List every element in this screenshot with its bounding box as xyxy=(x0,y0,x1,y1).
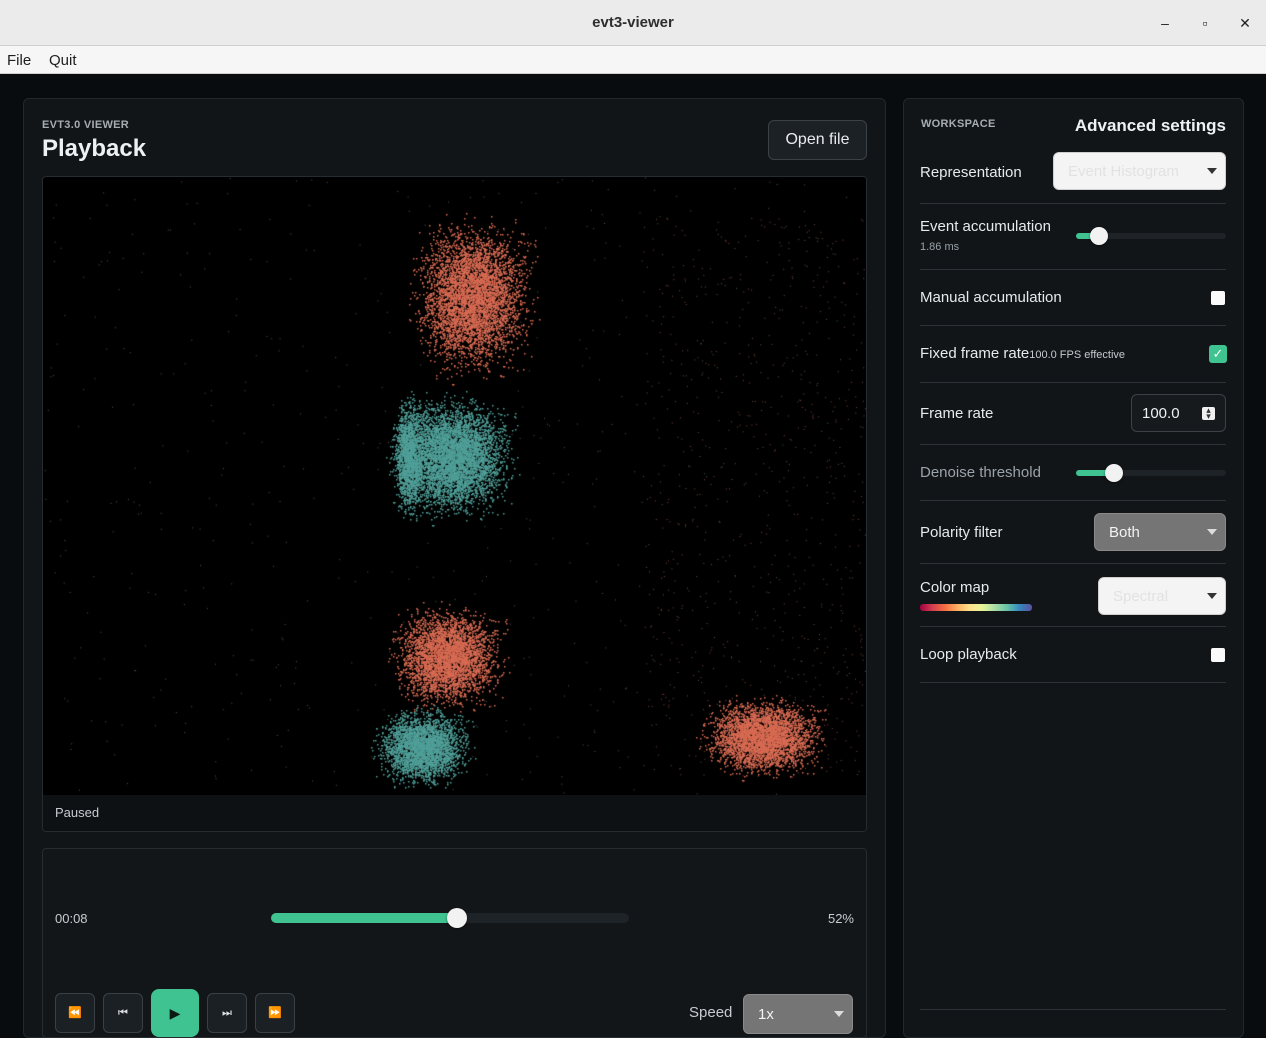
skip-forward-icon: ⏭ xyxy=(222,1007,232,1019)
fixed-frame-rate-text: Fixed frame rate xyxy=(920,345,1030,362)
progress-thumb[interactable] xyxy=(447,908,467,928)
color-map-label: Color map xyxy=(920,579,990,596)
representation-row: Representation Event Histogram xyxy=(920,148,1226,204)
settings-title: Advanced settings xyxy=(1074,116,1226,135)
frame-rate-label: Frame rate xyxy=(920,405,994,422)
manual-accumulation-label: Manual accumulation xyxy=(920,289,1062,306)
polarity-filter-value: Both xyxy=(1109,524,1140,541)
minimize-icon[interactable]: – xyxy=(1154,12,1176,34)
menu-file[interactable]: File xyxy=(7,52,31,69)
fixed-frame-rate-label: Fixed frame rate100.0 FPS effective xyxy=(920,345,1125,362)
settings-kicker: WORKSPACE xyxy=(921,118,996,130)
representation-value: Event Histogram xyxy=(1068,163,1179,180)
frame-rate-row: Frame rate 100.0 ▴ ▾ xyxy=(920,383,1226,445)
fixed-frame-rate-row: Fixed frame rate100.0 FPS effective ✓ xyxy=(920,326,1227,383)
event-accumulation-label: Event accumulation xyxy=(920,218,1051,235)
fixed-frame-rate-checkbox[interactable]: ✓ xyxy=(1209,345,1227,363)
transport-panel: 00:08 52% ⏪ ⏮ ▶ ⏭ ⏩ Speed 1x xyxy=(42,848,867,1038)
menu-bar: File Quit xyxy=(0,46,1266,74)
polarity-filter-label: Polarity filter xyxy=(920,524,1003,541)
speed-value: 1x xyxy=(758,1006,774,1023)
representation-label: Representation xyxy=(920,164,1022,181)
manual-accumulation-row: Manual accumulation xyxy=(920,270,1226,326)
color-map-select[interactable]: Spectral xyxy=(1098,577,1226,615)
playback-status: Paused xyxy=(55,805,100,820)
representation-select[interactable]: Event Histogram xyxy=(1053,152,1226,190)
progress-percent: 52% xyxy=(827,911,854,926)
speed-select[interactable]: 1x xyxy=(743,994,853,1034)
rewind-icon: ⏪ xyxy=(68,1007,82,1019)
close-icon[interactable]: ✕ xyxy=(1234,12,1256,34)
play-button[interactable]: ▶ xyxy=(151,989,199,1037)
maximize-icon[interactable]: ▫ xyxy=(1194,12,1216,34)
polarity-filter-select[interactable]: Both xyxy=(1094,513,1226,551)
polarity-filter-row: Polarity filter Both xyxy=(920,501,1226,564)
open-file-button[interactable]: Open file xyxy=(768,120,867,160)
event-accumulation-row: Event accumulation 1.86 ms xyxy=(920,204,1226,270)
progress-fill xyxy=(271,913,457,923)
speed-label: Speed xyxy=(689,1004,733,1021)
denoise-threshold-label: Denoise threshold xyxy=(920,464,1041,481)
chevron-down-icon xyxy=(834,1011,844,1017)
color-map-row: Color map Spectral xyxy=(920,564,1226,627)
title-bar: evt3-viewer – ▫ ✕ xyxy=(0,0,1266,46)
color-map-value: Spectral xyxy=(1113,588,1169,605)
settings-footer-divider xyxy=(920,1009,1226,1010)
chevron-down-icon xyxy=(1207,168,1217,174)
status-bar: Paused xyxy=(43,795,866,831)
event-accumulation-value: 1.86 ms xyxy=(920,241,960,253)
fast-forward-icon: ⏩ xyxy=(268,1007,282,1019)
frame-rate-value: 100.0 xyxy=(1142,405,1180,422)
playback-kicker: EVT3.0 VIEWER xyxy=(42,119,130,131)
fixed-frame-rate-note: 100.0 FPS effective xyxy=(1029,349,1126,361)
accumulation-slider-thumb[interactable] xyxy=(1090,227,1108,245)
current-time: 00:08 xyxy=(55,911,88,926)
color-map-preview xyxy=(920,604,1032,611)
denoise-slider-thumb[interactable] xyxy=(1105,464,1123,482)
chevron-down-icon xyxy=(1207,593,1217,599)
loop-playback-label: Loop playback xyxy=(920,646,1017,663)
window-title: evt3-viewer xyxy=(592,14,674,31)
fast-forward-button[interactable]: ⏩ xyxy=(255,993,295,1033)
check-icon: ✓ xyxy=(1212,346,1224,361)
frame-rate-stepper[interactable]: 100.0 ▴ ▾ xyxy=(1131,394,1226,432)
previous-button[interactable]: ⏮ xyxy=(103,993,143,1033)
play-icon: ▶ xyxy=(169,1005,181,1021)
menu-quit[interactable]: Quit xyxy=(49,52,77,69)
skip-back-icon: ⏮ xyxy=(118,1007,128,1019)
event-frame-canvas xyxy=(43,177,866,795)
chevron-down-icon xyxy=(1207,529,1217,535)
next-button[interactable]: ⏭ xyxy=(207,993,247,1033)
denoise-threshold-row: Denoise threshold xyxy=(920,445,1226,501)
page-title: Playback xyxy=(42,135,147,162)
loop-playback-checkbox[interactable] xyxy=(1211,648,1225,662)
rewind-button[interactable]: ⏪ xyxy=(55,993,95,1033)
loop-playback-row: Loop playback xyxy=(920,627,1226,683)
event-viewer[interactable]: Paused xyxy=(42,176,867,832)
stepper-arrows-icon[interactable]: ▴ ▾ xyxy=(1202,406,1215,421)
manual-accumulation-checkbox[interactable] xyxy=(1211,291,1225,305)
